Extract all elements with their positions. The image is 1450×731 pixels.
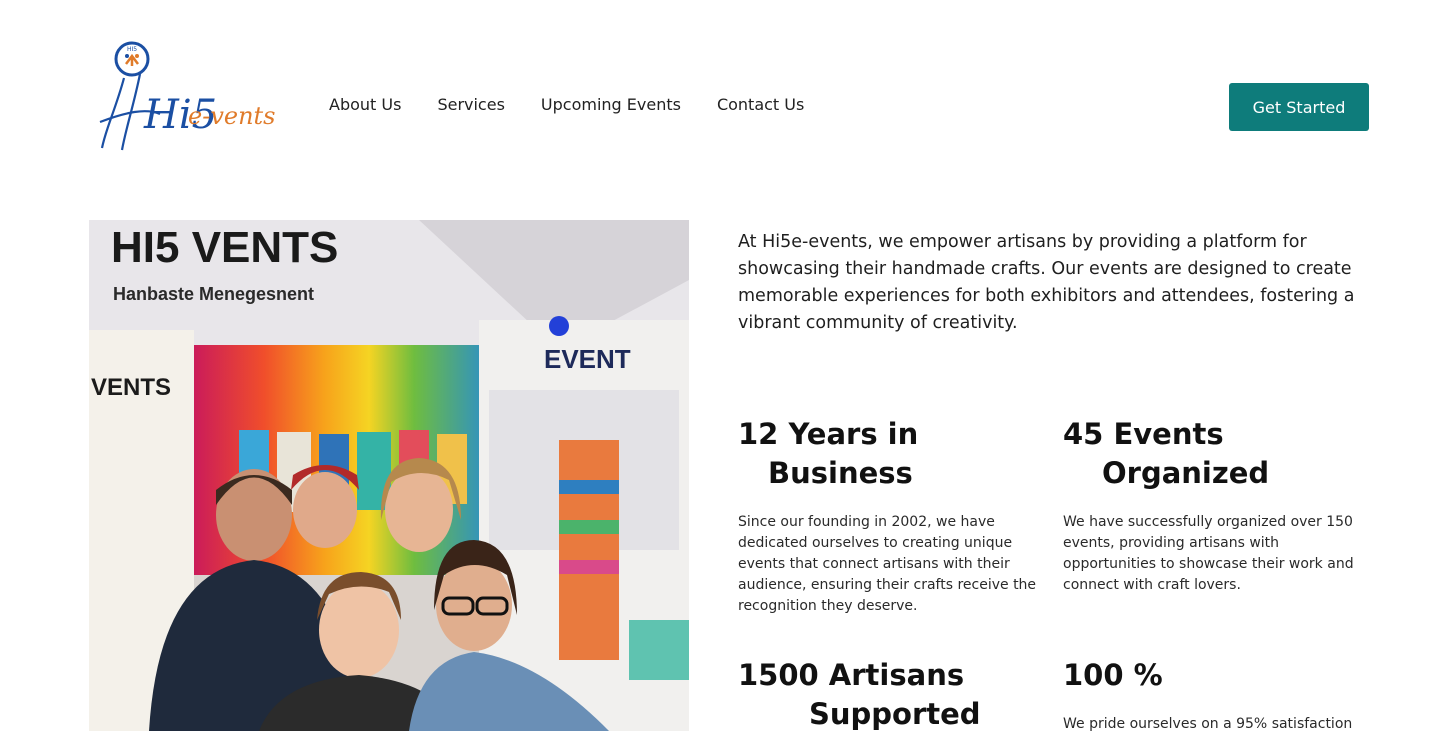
logo-badge: HI5 [127, 46, 137, 53]
stat-events-title: 45 Events Organized [1063, 415, 1269, 493]
stat-years-title: 12 Years in Business [738, 415, 918, 493]
stat-satisfaction-description: We pride ourselves on a 95% satisfaction [1063, 716, 1353, 731]
stat-artisans-line2: Supported [809, 697, 981, 731]
right-banner-title: EVENT [544, 344, 631, 374]
stat-years-line1: 12 Years in [738, 417, 919, 451]
nav-upcoming-events[interactable]: Upcoming Events [541, 95, 681, 114]
left-banner-title: VENTS [91, 374, 171, 401]
event-photo: VENTS EVENT HI5 VENTS Hanbaste Menegesne… [89, 220, 689, 731]
brand-logo[interactable]: HI5 Hi5 e-vents [96, 38, 288, 156]
intro-paragraph: At Hi5e-events, we empower artisans by p… [738, 232, 1355, 333]
logo-suffix: e-vents [188, 102, 276, 130]
banner-title: HI5 VENTS [111, 223, 338, 272]
nav-services[interactable]: Services [437, 95, 504, 114]
stat-events-description: We have successfully organized over 150 … [1063, 514, 1354, 593]
stat-events-line2: Organized [1102, 456, 1270, 490]
main-nav: About Us Services Upcoming Events Contac… [329, 95, 840, 114]
stat-years-description: Since our founding in 2002, we have dedi… [738, 514, 1037, 614]
stat-satisfaction-line1: 100 % [1063, 658, 1163, 692]
get-started-button[interactable]: Get Started [1229, 83, 1369, 131]
nav-about-us[interactable]: About Us [329, 95, 401, 114]
stat-events-line1: 45 Events [1063, 417, 1224, 451]
stat-years-line2: Business [768, 456, 913, 490]
stat-artisans-line1: 1500 Artisans [738, 658, 965, 692]
banner-subtitle: Hanbaste Menegesnent [113, 284, 314, 304]
stat-artisans-title: 1500 Artisans Supported [738, 656, 981, 731]
nav-contact-us[interactable]: Contact Us [717, 95, 804, 114]
stat-satisfaction-title: 100 % [1063, 656, 1163, 695]
